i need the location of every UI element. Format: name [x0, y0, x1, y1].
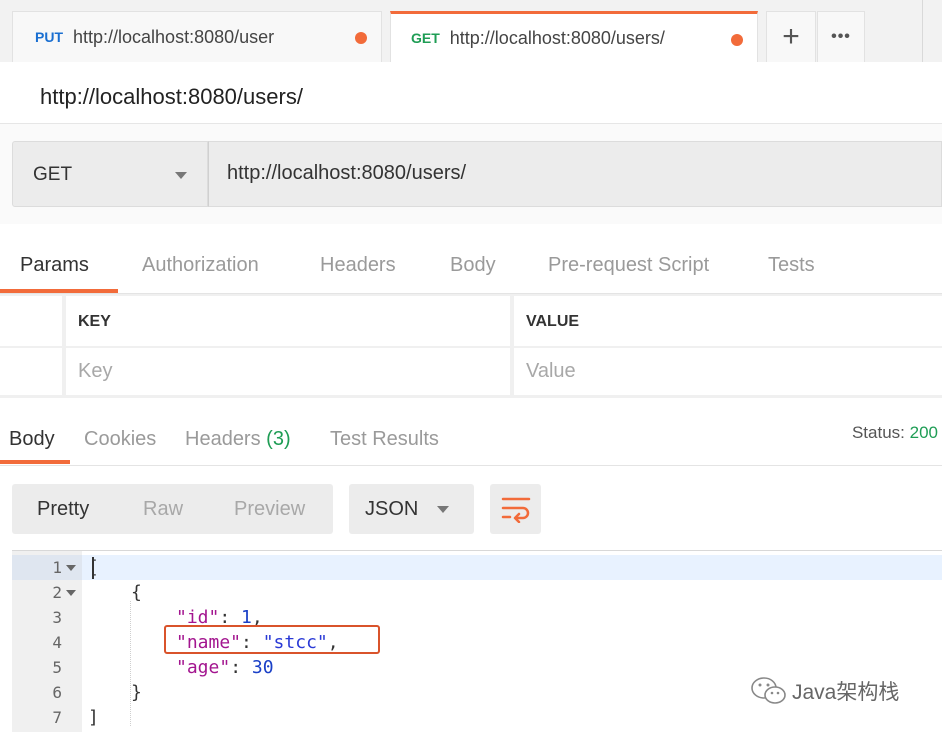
tab-params[interactable]: Params: [20, 254, 89, 277]
tab-body[interactable]: Body: [450, 254, 496, 277]
more-tabs-button[interactable]: •••: [817, 11, 865, 62]
status-code: 200: [909, 423, 938, 442]
code-line: 4 "name": "stcc",: [12, 630, 942, 655]
line-number: 7: [52, 708, 62, 727]
key-placeholder: Key: [78, 360, 113, 382]
response-status: Status: 200: [852, 423, 938, 443]
value-header-label: VALUE: [526, 313, 580, 330]
key-column-header: KEY: [66, 296, 510, 346]
watermark-text: Java架构栈: [792, 681, 900, 704]
method-select[interactable]: GET: [12, 141, 208, 207]
active-tab-indicator: [0, 460, 70, 464]
tab-test-results[interactable]: Test Results: [330, 428, 439, 451]
tab-response-body[interactable]: Body: [9, 428, 55, 451]
url-input[interactable]: http://localhost:8080/users/: [208, 141, 942, 207]
tab-authorization[interactable]: Authorization: [142, 254, 259, 277]
divider: [922, 0, 923, 62]
tab-headers[interactable]: Headers: [320, 254, 396, 277]
request-tabs: Params Authorization Headers Body Pre-re…: [0, 224, 942, 294]
json-value: 30: [251, 657, 274, 678]
value-placeholder: Value: [526, 360, 576, 382]
text-cursor: [92, 557, 94, 579]
code-text: }: [131, 682, 142, 703]
unsaved-dot-icon: [355, 32, 367, 44]
chevron-down-icon: [175, 172, 187, 179]
tab-tests[interactable]: Tests: [768, 254, 815, 277]
params-table: KEY VALUE Key Value: [0, 294, 942, 398]
json-key: "age": [176, 657, 231, 678]
request-name-bar: http://localhost:8080/users/: [0, 62, 942, 124]
status-label: Status:: [851, 423, 905, 442]
line-number: 6: [52, 683, 62, 702]
more-icon: •••: [831, 28, 851, 45]
indent-guide: [130, 601, 131, 726]
tab-url-label: http://localhost:8080/users/: [449, 27, 665, 48]
url-input-value: http://localhost:8080/users/: [227, 162, 467, 184]
annotation-highlight-box: [164, 625, 380, 654]
row-checkbox-cell: [0, 348, 62, 395]
tab-method-label: GET: [411, 30, 440, 46]
value-input[interactable]: Value: [514, 348, 942, 395]
tab-pre-request-script[interactable]: Pre-request Script: [548, 254, 709, 277]
body-toolbar: Pretty Raw Preview JSON: [0, 466, 942, 550]
url-bar: GET http://localhost:8080/users/: [0, 124, 942, 224]
wechat-icon: [751, 677, 786, 704]
checkbox-column-header: [0, 296, 62, 346]
code-line: 2 {: [12, 580, 942, 605]
pretty-button[interactable]: Pretty: [37, 498, 89, 521]
wrap-lines-button[interactable]: [490, 484, 541, 534]
chevron-down-icon: [437, 506, 449, 513]
value-column-header: VALUE: [514, 296, 942, 346]
tab-url-label: http://localhost:8080/user: [73, 26, 275, 47]
preview-button[interactable]: Preview: [234, 498, 305, 521]
key-input[interactable]: Key: [66, 348, 510, 395]
headers-count-badge: (3): [266, 428, 291, 450]
raw-button[interactable]: Raw: [143, 498, 183, 521]
fold-arrow-icon[interactable]: [66, 565, 76, 571]
method-select-value: GET: [33, 164, 73, 185]
active-tab-indicator: [0, 289, 118, 293]
code-line: 1 [: [12, 555, 942, 580]
response-tabs: Body Cookies Headers (3) Test Results St…: [0, 398, 942, 466]
code-line: 7 ]: [12, 705, 942, 730]
json-separator: :: [230, 657, 252, 678]
fold-arrow-icon[interactable]: [66, 590, 76, 596]
watermark: Java架构栈: [750, 676, 899, 706]
line-number: 5: [52, 658, 62, 677]
wrap-lines-icon: [501, 497, 531, 523]
format-select[interactable]: JSON: [349, 484, 474, 534]
code-text: {: [131, 582, 142, 603]
plus-icon: +: [782, 20, 800, 53]
line-number: 2: [52, 583, 62, 602]
line-number: 3: [52, 608, 62, 627]
code-text: ]: [88, 707, 99, 728]
line-number: 1: [52, 558, 62, 577]
request-name: http://localhost:8080/users/: [40, 84, 303, 109]
tab-cookies[interactable]: Cookies: [84, 428, 156, 451]
request-tab-get-users[interactable]: GET http://localhost:8080/users/: [390, 11, 758, 62]
format-select-value: JSON: [365, 498, 419, 520]
tab-method-label: PUT: [35, 29, 63, 45]
view-mode-group: Pretty Raw Preview: [12, 484, 333, 534]
line-number: 4: [52, 633, 62, 652]
new-tab-button[interactable]: +: [766, 11, 816, 62]
request-tab-put-user[interactable]: PUT http://localhost:8080/user: [12, 11, 382, 62]
headers-label: Headers: [185, 428, 261, 450]
unsaved-dot-icon: [731, 34, 743, 46]
key-header-label: KEY: [78, 313, 111, 330]
tab-response-headers[interactable]: Headers (3): [185, 428, 291, 451]
code-line: 3 "id": 1,: [12, 605, 942, 630]
tab-strip: PUT http://localhost:8080/user GET http:…: [0, 0, 942, 62]
